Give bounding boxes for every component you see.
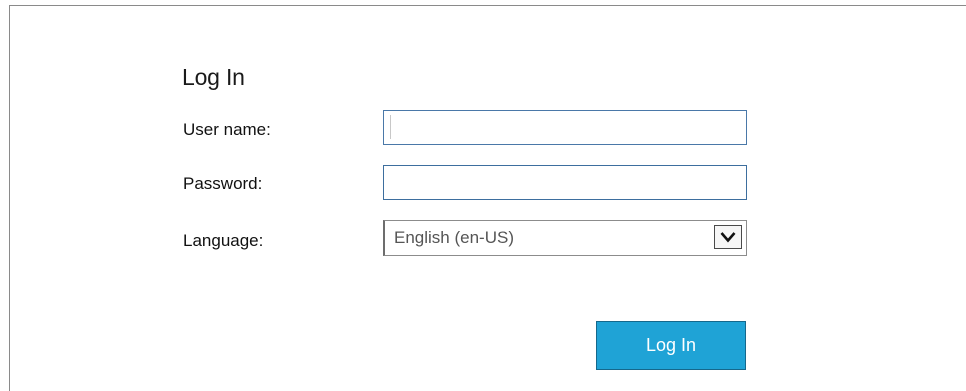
login-button[interactable]: Log In xyxy=(596,321,746,370)
chevron-down-icon xyxy=(720,232,736,243)
text-cursor xyxy=(390,115,391,139)
page-title: Log In xyxy=(182,64,245,90)
language-selected-value: English (en-US) xyxy=(394,228,514,247)
username-input[interactable] xyxy=(383,110,747,145)
language-label: Language: xyxy=(183,231,264,250)
password-input[interactable] xyxy=(383,165,747,200)
password-label: Password: xyxy=(183,174,263,193)
username-label: User name: xyxy=(183,120,271,139)
language-select[interactable]: English (en-US) xyxy=(383,220,747,256)
dropdown-button[interactable] xyxy=(714,225,742,249)
